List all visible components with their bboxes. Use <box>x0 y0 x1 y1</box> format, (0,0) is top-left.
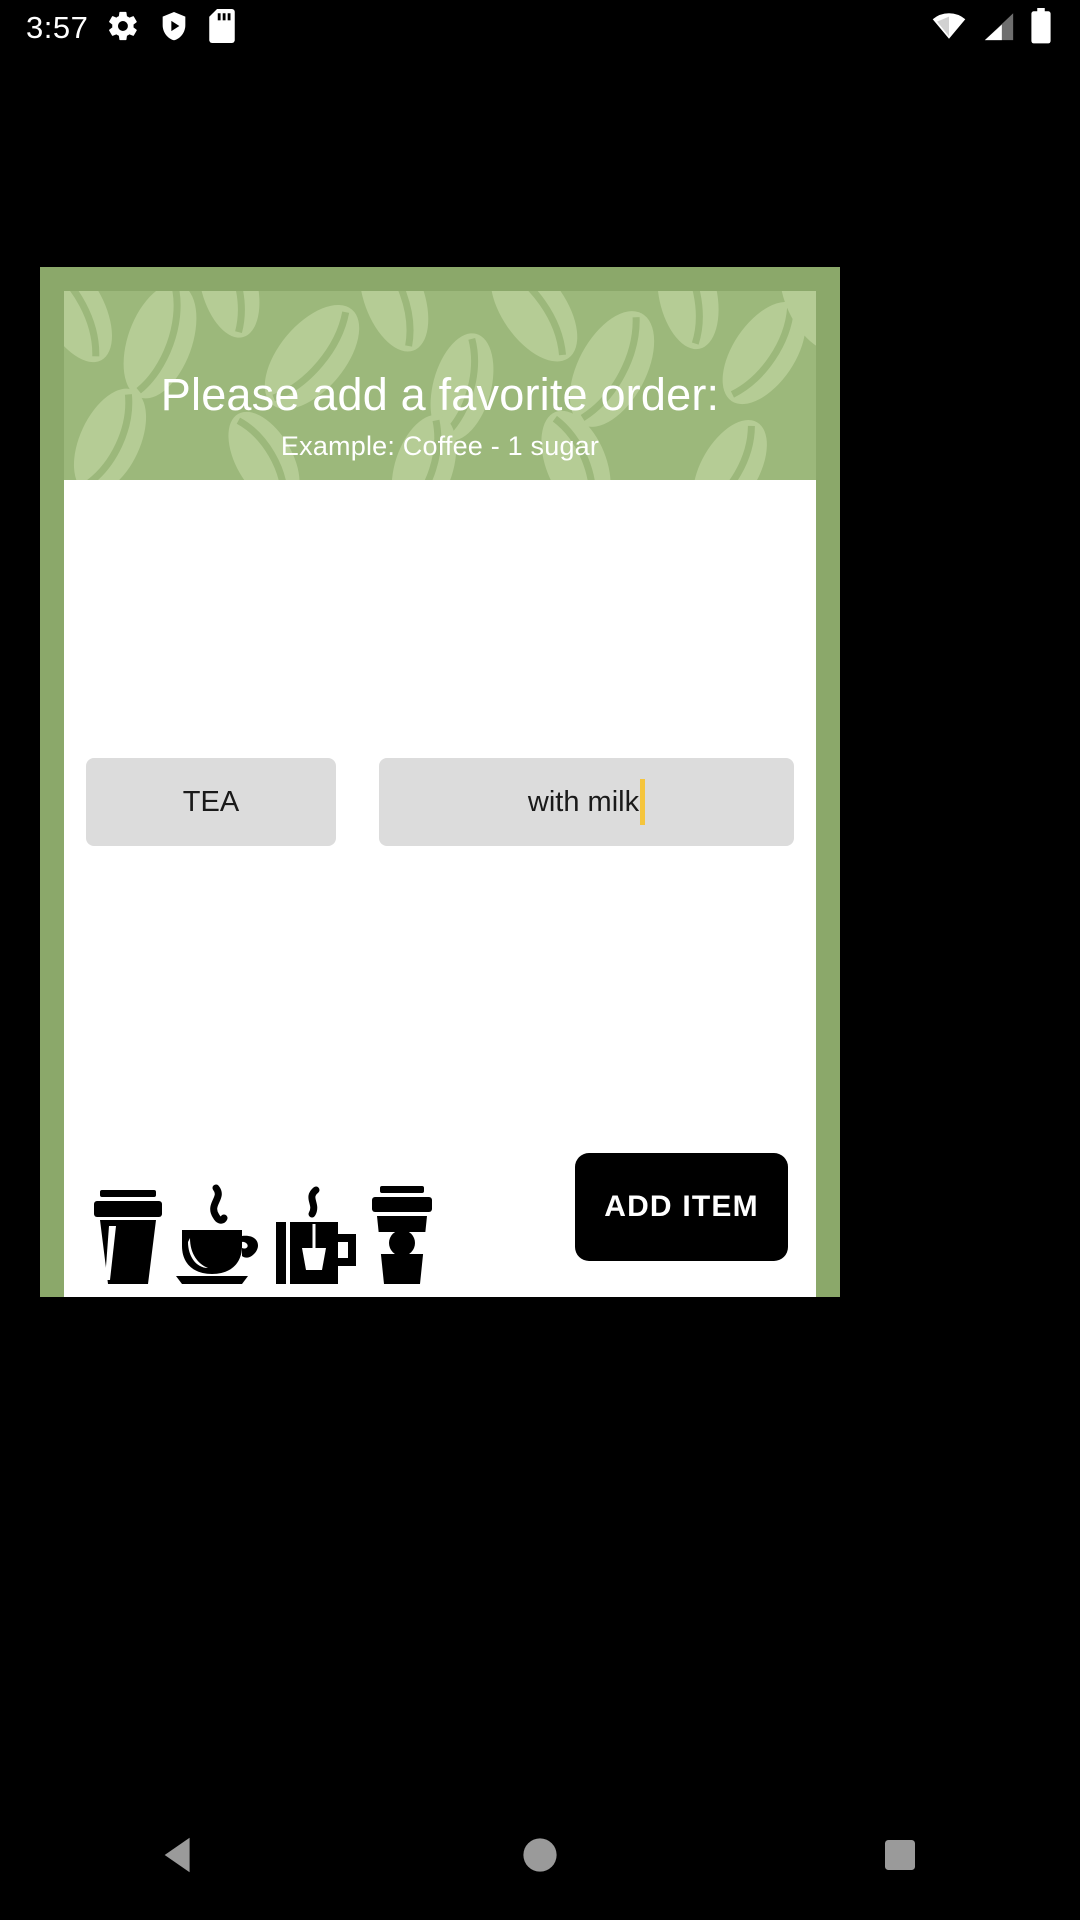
order-fields-row: TEA with milk <box>86 758 794 846</box>
dialog-title: Please add a favorite order: <box>160 368 720 420</box>
order-notes-field[interactable]: with milk <box>379 758 794 846</box>
dialog-subtitle: Example: Coffee - 1 sugar <box>280 431 600 461</box>
status-bar: 3:57 <box>0 0 1080 56</box>
order-name-field[interactable]: TEA <box>86 758 336 846</box>
android-nav-bar <box>0 1790 1080 1920</box>
gear-icon <box>106 9 140 48</box>
play-protect-shield-icon <box>158 9 190 48</box>
back-button[interactable] <box>120 1795 240 1915</box>
takeaway-coffee-cup-icon <box>366 1184 438 1289</box>
battery-icon <box>1030 7 1052 49</box>
status-bar-right <box>930 7 1080 49</box>
tea-mug-icon <box>272 1184 358 1289</box>
wifi-icon <box>930 9 968 48</box>
dialog-header: Please add a favorite order: Example: Co… <box>64 291 816 480</box>
add-item-button[interactable]: ADD ITEM <box>575 1153 788 1261</box>
cold-cup-icon <box>92 1184 164 1289</box>
order-notes-value: with milk <box>527 785 640 818</box>
status-bar-left: 3:57 <box>0 8 236 48</box>
phone-screen: 3:57 Please add a favorite order: Exampl… <box>0 0 1080 1920</box>
cellular-signal-icon <box>982 9 1016 48</box>
dialog-inner: Please add a favorite order: Example: Co… <box>64 291 816 1297</box>
text-caret <box>640 779 646 825</box>
status-bar-clock: 3:57 <box>26 10 89 45</box>
home-button[interactable] <box>480 1795 600 1915</box>
sd-card-icon <box>208 8 236 48</box>
order-name-value: TEA <box>182 785 240 818</box>
coffee-cup-saucer-icon <box>172 1184 264 1289</box>
dialog-body: TEA with milk ADD ITEM <box>64 480 816 1297</box>
recents-button[interactable] <box>840 1795 960 1915</box>
favorite-order-dialog: Please add a favorite order: Example: Co… <box>40 267 840 1297</box>
drink-icons-group <box>92 1184 438 1289</box>
dialog-footer: ADD ITEM <box>64 1127 816 1297</box>
